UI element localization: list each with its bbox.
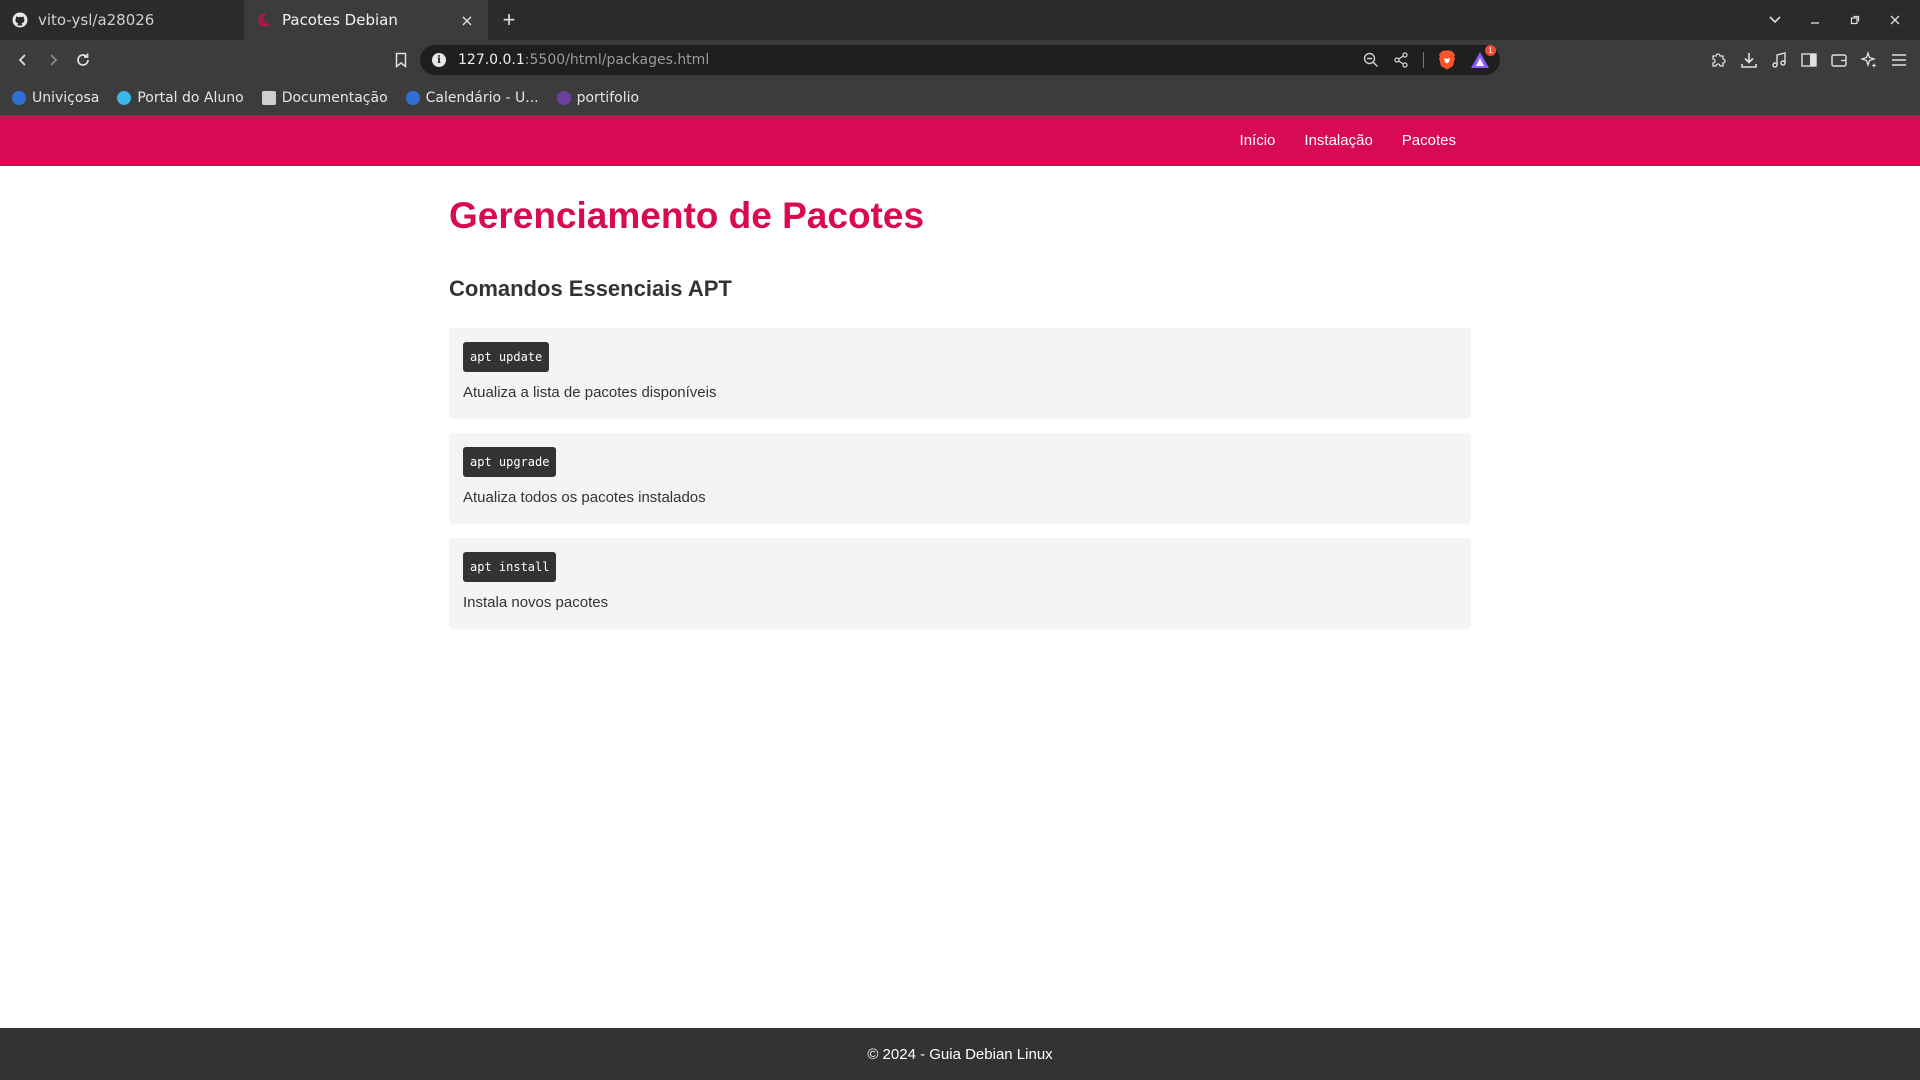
forward-button[interactable] <box>38 45 68 75</box>
univicosa-icon <box>12 90 26 105</box>
site-footer: © 2024 - Guia Debian Linux <box>0 1028 1920 1080</box>
window-controls <box>1766 0 1904 40</box>
section-title: Comandos Essenciais APT <box>449 276 732 301</box>
tab-search-icon[interactable] <box>1766 16 1784 24</box>
reload-button[interactable] <box>68 45 98 75</box>
site-header: Início Instalação Pacotes <box>0 115 1920 166</box>
bookmark-label: portifolio <box>576 89 640 106</box>
command-code: apt install <box>463 552 557 582</box>
command-description: Atualiza a lista de pacotes disponíveis <box>463 384 717 401</box>
command-description: Atualiza todos os pacotes instalados <box>463 489 706 506</box>
tab-title: Pacotes Debian <box>282 11 398 29</box>
leo-ai-icon[interactable] <box>1860 51 1878 69</box>
bookmark-icon <box>395 52 407 68</box>
back-button[interactable] <box>8 45 38 75</box>
bookmark-label: Univiçosa <box>32 89 100 106</box>
back-arrow-icon <box>18 54 26 66</box>
bookmark-page-button[interactable] <box>386 45 416 75</box>
bookmark-documentacao[interactable]: Documentação <box>261 89 388 106</box>
zoom-icon[interactable] <box>1363 52 1379 68</box>
url-path: :5500/html/packages.html <box>524 52 710 68</box>
portfolio-icon <box>556 90 571 105</box>
command-code: apt update <box>463 342 550 372</box>
portal-icon <box>117 90 132 105</box>
close-tab-icon[interactable]: × <box>458 11 476 30</box>
downloads-icon[interactable] <box>1740 51 1758 69</box>
page-title: Gerenciamento de Pacotes <box>449 195 925 236</box>
calendar-site-icon <box>405 90 420 105</box>
nav-link-inicio[interactable]: Início <box>1240 132 1276 149</box>
bookmark-portal-do-aluno[interactable]: Portal do Aluno <box>117 89 244 106</box>
toolbar-right-actions <box>1710 40 1908 80</box>
tab-github[interactable]: vito-ysl/a28026 <box>0 0 244 40</box>
media-playlist-icon[interactable] <box>1770 51 1788 69</box>
nav-link-pacotes[interactable]: Pacotes <box>1402 132 1456 149</box>
menu-icon[interactable] <box>1890 51 1908 69</box>
main-content: Gerenciamento de Pacotes Comandos Essenc… <box>449 166 1471 629</box>
new-tab-button[interactable]: + <box>492 3 526 37</box>
extensions-icon[interactable] <box>1710 51 1728 69</box>
forward-arrow-icon <box>50 54 58 66</box>
command-card: apt upgrade Atualiza todos os pacotes in… <box>449 433 1471 524</box>
command-card: apt install Instala novos pacotes <box>449 538 1471 629</box>
url-text[interactable]: 127.0.0.1:5500/html/packages.html <box>458 52 709 68</box>
bookmark-label: Calendário - U... <box>425 89 539 106</box>
sidebar-toggle-icon[interactable] <box>1800 51 1818 69</box>
brave-rewards-button[interactable]: 1 <box>1470 45 1496 69</box>
rewards-badge: 1 <box>1485 45 1496 56</box>
tab-title: vito-ysl/a28026 <box>38 11 155 29</box>
command-description: Instala novos pacotes <box>463 594 609 611</box>
tab-bar: vito-ysl/a28026 Pacotes Debian × + <box>0 0 1920 40</box>
toolbar-divider <box>1423 52 1424 68</box>
minimize-icon[interactable] <box>1806 15 1824 25</box>
tab-pacotes-debian[interactable]: Pacotes Debian × <box>244 0 488 40</box>
command-card: apt update Atualiza a lista de pacotes d… <box>449 328 1471 419</box>
nav-link-instalacao[interactable]: Instalação <box>1304 132 1372 149</box>
debian-icon <box>258 13 270 27</box>
bookmark-calendario[interactable]: Calendário - U... <box>405 89 539 106</box>
close-window-icon[interactable] <box>1886 15 1904 25</box>
doc-icon <box>261 90 276 105</box>
brave-shields-icon[interactable] <box>1438 50 1456 70</box>
restore-icon[interactable] <box>1846 15 1864 25</box>
bookmark-univicosa[interactable]: Univiçosa <box>12 90 99 106</box>
bookmark-portifolio[interactable]: portifolio <box>556 89 640 106</box>
share-icon[interactable] <box>1393 52 1409 68</box>
command-code: apt upgrade <box>463 447 557 477</box>
address-bar[interactable]: i 127.0.0.1:5500/html/packages.html 1 <box>420 45 1500 75</box>
footer-text: © 2024 - Guia Debian Linux <box>867 1045 1053 1063</box>
url-host: 127.0.0.1 <box>458 52 525 68</box>
reload-icon <box>77 53 89 66</box>
github-icon <box>12 12 28 28</box>
wallet-icon[interactable] <box>1830 51 1848 69</box>
command-list: apt update Atualiza a lista de pacotes d… <box>449 328 1471 629</box>
bookmarks-bar: Univiçosa Portal do Aluno Documentação C… <box>0 80 1920 115</box>
address-bar-actions: 1 <box>1363 45 1496 75</box>
site-info-icon[interactable]: i <box>432 53 446 67</box>
site-nav: Início Instalação Pacotes <box>1240 115 1456 166</box>
bookmark-label: Portal do Aluno <box>137 89 244 106</box>
bookmark-label: Documentação <box>281 89 388 106</box>
